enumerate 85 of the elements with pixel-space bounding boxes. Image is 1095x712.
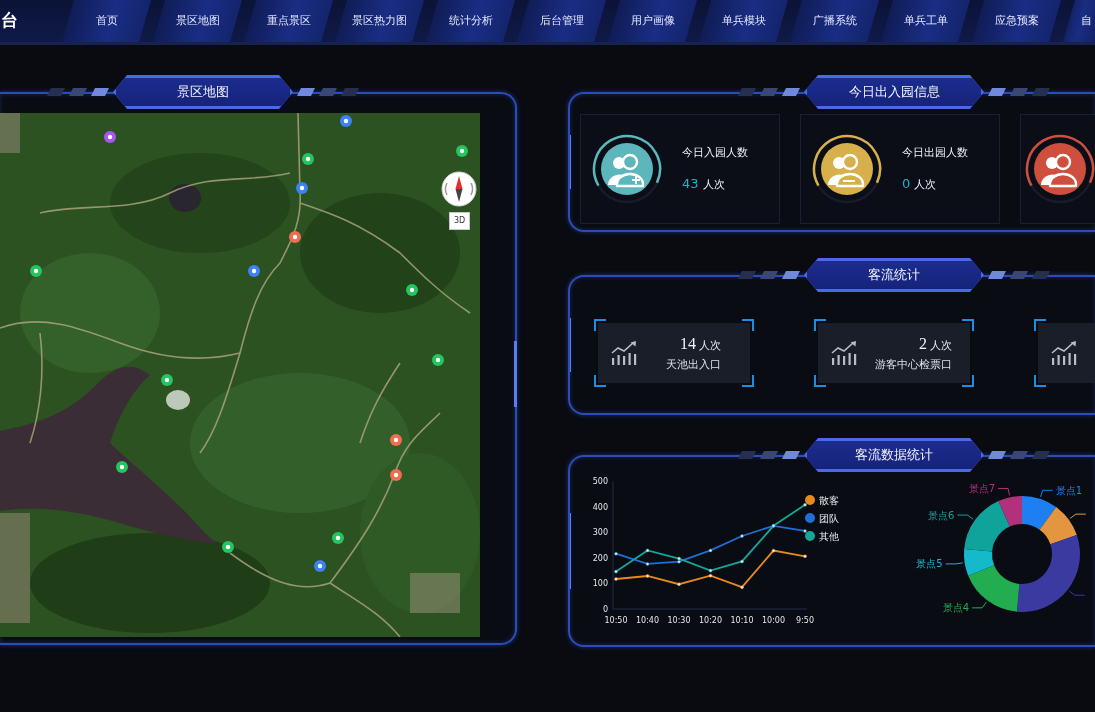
axis-tick-label: 10:20 xyxy=(698,616,723,625)
nav-tab[interactable]: 单兵工单 xyxy=(881,0,970,42)
data-point xyxy=(740,534,744,538)
data-point xyxy=(645,548,650,553)
data-point xyxy=(803,529,807,533)
nav-tab[interactable]: 景区地图 xyxy=(153,0,242,42)
legend-label: 其他 xyxy=(819,530,839,542)
leader-line xyxy=(1069,513,1087,519)
nav-tab[interactable]: 后台管理 xyxy=(517,0,606,42)
data-point xyxy=(771,548,776,553)
data-point xyxy=(740,585,744,589)
gate-name: 游客中心检票口 xyxy=(875,357,952,374)
axis-tick-label: 500 xyxy=(592,477,608,486)
axis-tick-label: 100 xyxy=(592,579,608,589)
nav-tab[interactable]: 广播系统 xyxy=(790,0,879,42)
data-point xyxy=(645,574,650,578)
data-point xyxy=(803,503,807,507)
slice-label: 景点6 xyxy=(928,509,955,521)
leader-line xyxy=(956,514,974,520)
stat-label: 今日入园人数 xyxy=(682,144,748,160)
nav-tab[interactable]: 应急预案 xyxy=(972,0,1061,42)
flow-unit: 人次 xyxy=(699,338,721,355)
stripe-ornament-drawing xyxy=(738,451,800,459)
panel-title: 今日出入园信息 xyxy=(804,75,984,109)
slice-label: 景点7 xyxy=(968,482,996,494)
nav-tab[interactable]: 首页 xyxy=(62,0,151,42)
data-point xyxy=(803,554,807,558)
leader-line xyxy=(997,487,1011,496)
data-point xyxy=(677,582,681,586)
flow-unit: 人次 xyxy=(930,338,952,355)
gate-name: 天池出入口 xyxy=(666,357,721,374)
app-title: 台 xyxy=(0,9,19,33)
legend-label: 散客 xyxy=(819,494,839,506)
data-point xyxy=(708,548,713,553)
chart-trend-icon xyxy=(1051,341,1077,365)
data-point xyxy=(614,551,618,556)
data-point xyxy=(645,562,650,566)
slice-label: 景点1 xyxy=(1055,484,1083,496)
panel-title: 客流统计 xyxy=(804,258,984,292)
axis-tick-label: 0 xyxy=(602,605,608,614)
stripe-ornament-drawing xyxy=(988,451,1050,459)
panel-title: 客流数据统计 xyxy=(804,438,984,472)
compass-icon[interactable] xyxy=(441,171,477,207)
stripe-ornament-drawing xyxy=(47,88,109,96)
axis-tick-label: 10:30 xyxy=(667,616,691,625)
axis-tick-label: 400 xyxy=(592,502,608,512)
stripe-ornament-drawing xyxy=(738,88,800,96)
axis-tick-label: 10:00 xyxy=(761,616,786,625)
legend-label: 团队 xyxy=(819,512,839,524)
axis-tick-label: 10:40 xyxy=(635,616,660,625)
leader-line xyxy=(945,562,964,565)
axis-tick-label: 10:10 xyxy=(730,616,754,625)
slice-label: 景点4 xyxy=(942,602,970,614)
data-point xyxy=(614,569,618,574)
chart-trend-icon xyxy=(611,341,637,365)
leader-line xyxy=(1068,590,1086,596)
stat-unit: 人次 xyxy=(914,176,937,192)
stat-label: 今日出园人数 xyxy=(902,144,968,160)
data-point xyxy=(614,577,618,581)
stripe-ornament-drawing xyxy=(988,88,1050,96)
nav-tab[interactable]: 统计分析 xyxy=(426,0,515,42)
flow-value: 14 xyxy=(680,334,696,355)
axis-tick-label: 300 xyxy=(592,528,608,538)
leader-line xyxy=(971,601,987,609)
view-mode-button[interactable]: 3D xyxy=(449,212,470,230)
nav-tab[interactable]: 重点景区 xyxy=(244,0,333,42)
stripe-ornament-drawing xyxy=(738,271,800,279)
flow-value: 2 xyxy=(919,334,927,355)
stat-unit: 人次 xyxy=(702,176,725,192)
nav-tab[interactable]: 用户画像 xyxy=(608,0,697,42)
stat-value: 0 xyxy=(902,174,911,193)
stat-value: 43 xyxy=(682,174,699,193)
stripe-ornament-drawing xyxy=(297,88,359,96)
panel-title: 景区地图 xyxy=(113,75,293,109)
nav-tab[interactable]: 景区热力图 xyxy=(335,0,424,42)
stripe-ornament-drawing xyxy=(988,271,1050,279)
chart-trend-icon xyxy=(831,341,857,365)
nav-tab[interactable]: 单兵模块 xyxy=(699,0,788,42)
leader-line xyxy=(1040,489,1054,498)
axis-tick-label: 9:50 xyxy=(796,616,814,625)
slice-label: 景点5 xyxy=(916,558,943,570)
nav-tab[interactable]: 自 xyxy=(1063,0,1095,42)
data-point xyxy=(740,559,744,564)
axis-tick-label: 200 xyxy=(592,553,608,563)
axis-tick-label: 10:50 xyxy=(604,616,628,625)
